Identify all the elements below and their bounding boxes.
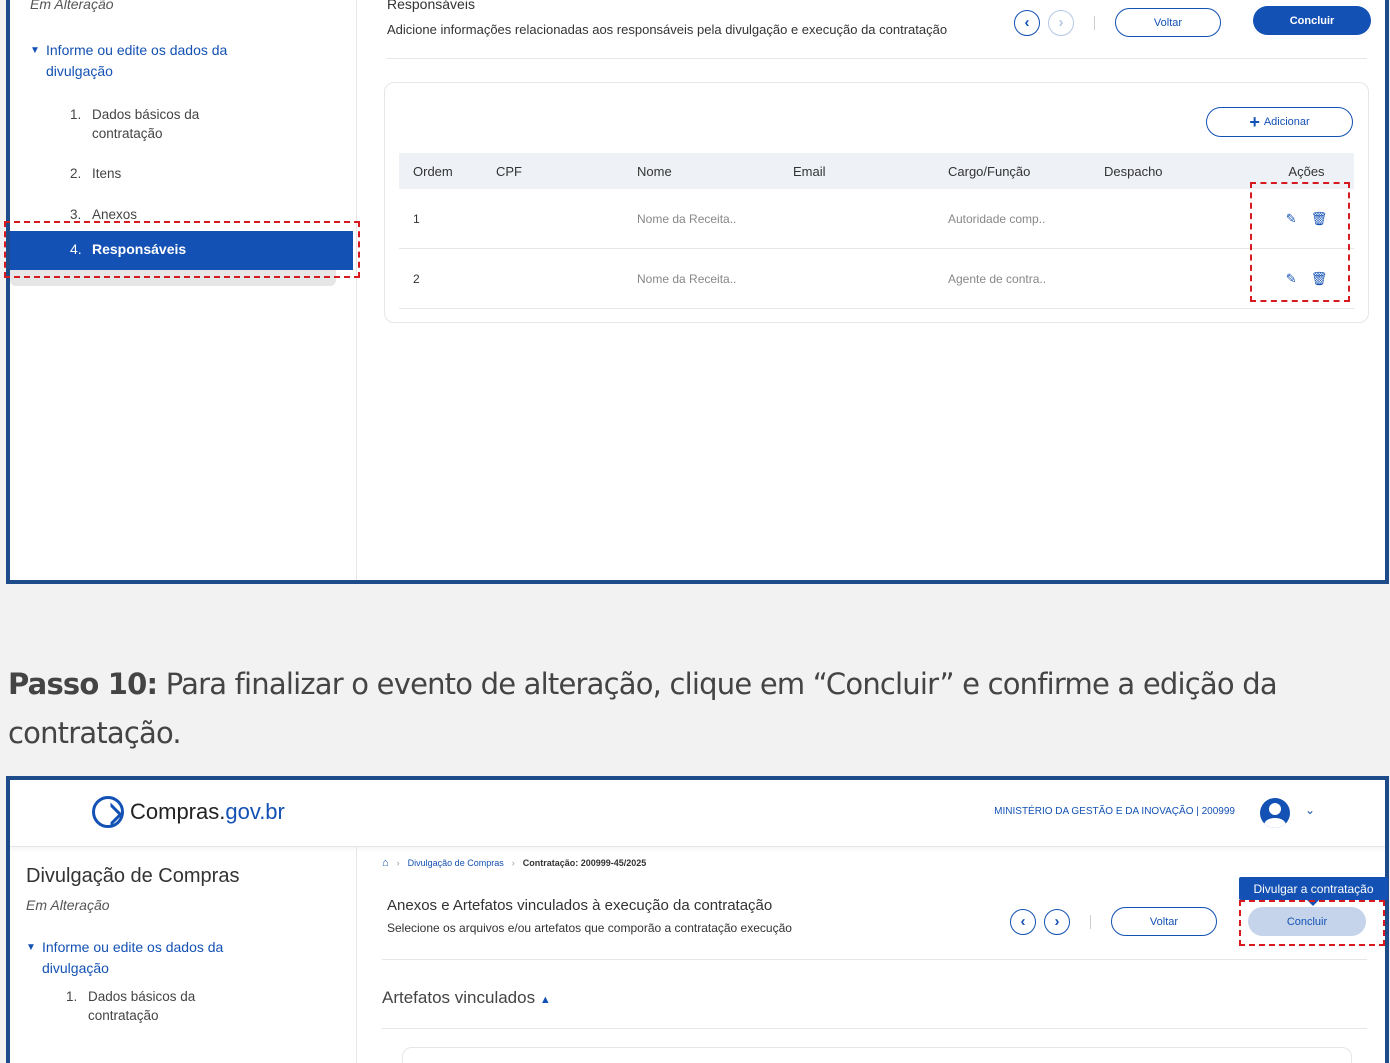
brand-name: Compras.gov.br (130, 799, 285, 825)
column-header-ordem: Ordem (413, 163, 453, 179)
concluir-tooltip: Divulgar a contratação (1239, 877, 1388, 906)
next-step-button[interactable]: › (1044, 908, 1070, 935)
breadcrumb-divulgacao[interactable]: Divulgação de Compras (408, 858, 504, 868)
brand-name-main: Compras. (130, 799, 226, 824)
voltar-button[interactable]: Voltar (1115, 8, 1221, 37)
highlight-responsaveis (4, 221, 360, 278)
sidebar-item-number: 1. (70, 107, 82, 122)
sidebar-item-label: Itens (92, 166, 122, 181)
adicionar-label: Adicionar (1263, 116, 1310, 128)
sidebar-item-dados-basicos[interactable]: 1. Dados básicos da contratação (70, 105, 242, 143)
breadcrumb-contratacao: Contratação: 200999-45/2025 (522, 858, 647, 868)
sidebar: Em Alteração ▼ Informe ou edite os dados … (10, 0, 357, 580)
artefatos-section-toggle[interactable]: Artefatos vinculados ▲ (382, 988, 551, 1008)
table-row: 1 Nome da Receita.. Autoridade comp.. ✎ … (399, 189, 1354, 249)
anexos-screenshot: Compras.gov.br MINISTÉRIO DA GESTÃO E DA… (6, 776, 1389, 1063)
cell-nome: Nome da Receita.. (637, 271, 737, 286)
status-label: Em Alteração (26, 897, 110, 913)
column-header-despacho: Despacho (1104, 163, 1163, 179)
step-navigation: ‹ › Voltar (1010, 907, 1217, 936)
artefatos-card (402, 1047, 1352, 1063)
table-row: 2 Nome da Receita.. Agente de contra.. ✎… (399, 249, 1354, 309)
chevron-down-icon: ▼ (26, 942, 36, 953)
highlight-acoes (1250, 182, 1350, 302)
sidebar: Divulgação de Compras Em Alteração ▼ Info… (10, 847, 357, 1063)
page-title: Responsáveis (387, 0, 475, 12)
column-header-cargo: Cargo/Função (948, 163, 1031, 179)
adicionar-button[interactable]: + Adicionar (1206, 107, 1353, 137)
breadcrumb: ⌂ › Divulgação de Compras › Contratação:… (382, 857, 646, 869)
concluir-button[interactable]: Concluir (1253, 6, 1371, 35)
previous-step-button[interactable]: ‹ (1014, 9, 1040, 36)
avatar-icon[interactable] (1260, 798, 1290, 828)
cell-nome: Nome da Receita.. (637, 211, 737, 226)
responsaveis-table: Ordem CPF Nome Email Cargo/Função Despac… (399, 153, 1354, 309)
divider (387, 58, 1367, 59)
page-title: Anexos e Artefatos vinculados à execução… (387, 897, 773, 914)
next-step-button[interactable]: › (1048, 9, 1074, 36)
voltar-button[interactable]: Voltar (1111, 907, 1217, 936)
chevron-down-icon: ▼ (30, 45, 40, 56)
step-description: Para finalizar o evento de alteração, cl… (8, 667, 1278, 750)
sidebar-item-label: Dados básicos da contratação (92, 107, 200, 141)
home-icon[interactable]: ⌂ (382, 857, 389, 869)
cell-ordem: 1 (413, 211, 420, 226)
column-header-acoes: Ações (1288, 163, 1325, 179)
plus-icon: + (1249, 111, 1260, 132)
divider (382, 1028, 1367, 1029)
cell-cargo: Autoridade comp.. (948, 211, 1046, 226)
sidebar-item-number: 1. (66, 989, 78, 1004)
breadcrumb-separator: › (396, 858, 400, 868)
divider (1094, 15, 1095, 30)
page-subtitle: Selecione os arquivos e/ou artefatos que… (387, 921, 792, 935)
table-header: Ordem CPF Nome Email Cargo/Função Despac… (399, 153, 1354, 189)
cell-ordem: 2 (413, 271, 420, 286)
sidebar-group-label: Informe ou edite os dados da divulgação (42, 939, 224, 976)
sidebar-heading: Divulgação de Compras (26, 865, 240, 887)
column-header-email: Email (793, 163, 826, 179)
sidebar-group-label: Informe ou edite os dados da divulgação (46, 42, 228, 79)
top-bar: Compras.gov.br MINISTÉRIO DA GESTÃO E DA… (10, 780, 1385, 847)
breadcrumb-separator: › (511, 858, 515, 868)
cell-cargo: Agente de contra.. (948, 271, 1047, 286)
chevron-down-icon[interactable]: ⌄ (1305, 803, 1315, 817)
sidebar-group-toggle[interactable]: ▼ Informe ou edite os dados da divulgação (26, 937, 262, 979)
responsaveis-screenshot: Em Alteração ▼ Informe ou edite os dados … (4, 0, 1389, 584)
chevron-up-icon: ▲ (539, 994, 551, 1006)
previous-step-button[interactable]: ‹ (1010, 908, 1036, 935)
compras-logo[interactable]: Compras.gov.br (92, 796, 285, 828)
responsaveis-card: + Adicionar Ordem CPF Nome Email Cargo/F… (384, 82, 1369, 323)
page-subtitle: Adicione informações relacionadas aos re… (387, 22, 948, 37)
column-header-cpf: CPF (496, 163, 522, 179)
instruction-text: Passo 10: Para finalizar o evento de alt… (8, 660, 1383, 758)
sidebar-group-toggle[interactable]: ▼ Informe ou edite os dados da divulgação (30, 40, 266, 82)
divider (1090, 914, 1091, 929)
sidebar-item-dados-basicos[interactable]: 1. Dados básicos da contratação (66, 987, 238, 1025)
sidebar-item-label: Dados básicos da contratação (88, 989, 196, 1023)
sidebar-item-number: 2. (70, 166, 82, 181)
section-label: Artefatos vinculados (382, 988, 536, 1007)
step-navigation: ‹ › Voltar (1014, 8, 1221, 37)
status-label: Em Alteração (30, 0, 114, 12)
compras-logo-icon (92, 796, 124, 828)
organization-label: MINISTÉRIO DA GESTÃO E DA INOVAÇÃO | 200… (994, 806, 1235, 817)
divider (382, 959, 1367, 960)
step-label: Passo 10: (8, 667, 158, 701)
sidebar-item-itens[interactable]: 2. Itens (70, 164, 242, 183)
column-header-nome: Nome (637, 163, 672, 179)
brand-name-suffix: gov.br (225, 799, 285, 824)
highlight-concluir (1239, 900, 1385, 946)
